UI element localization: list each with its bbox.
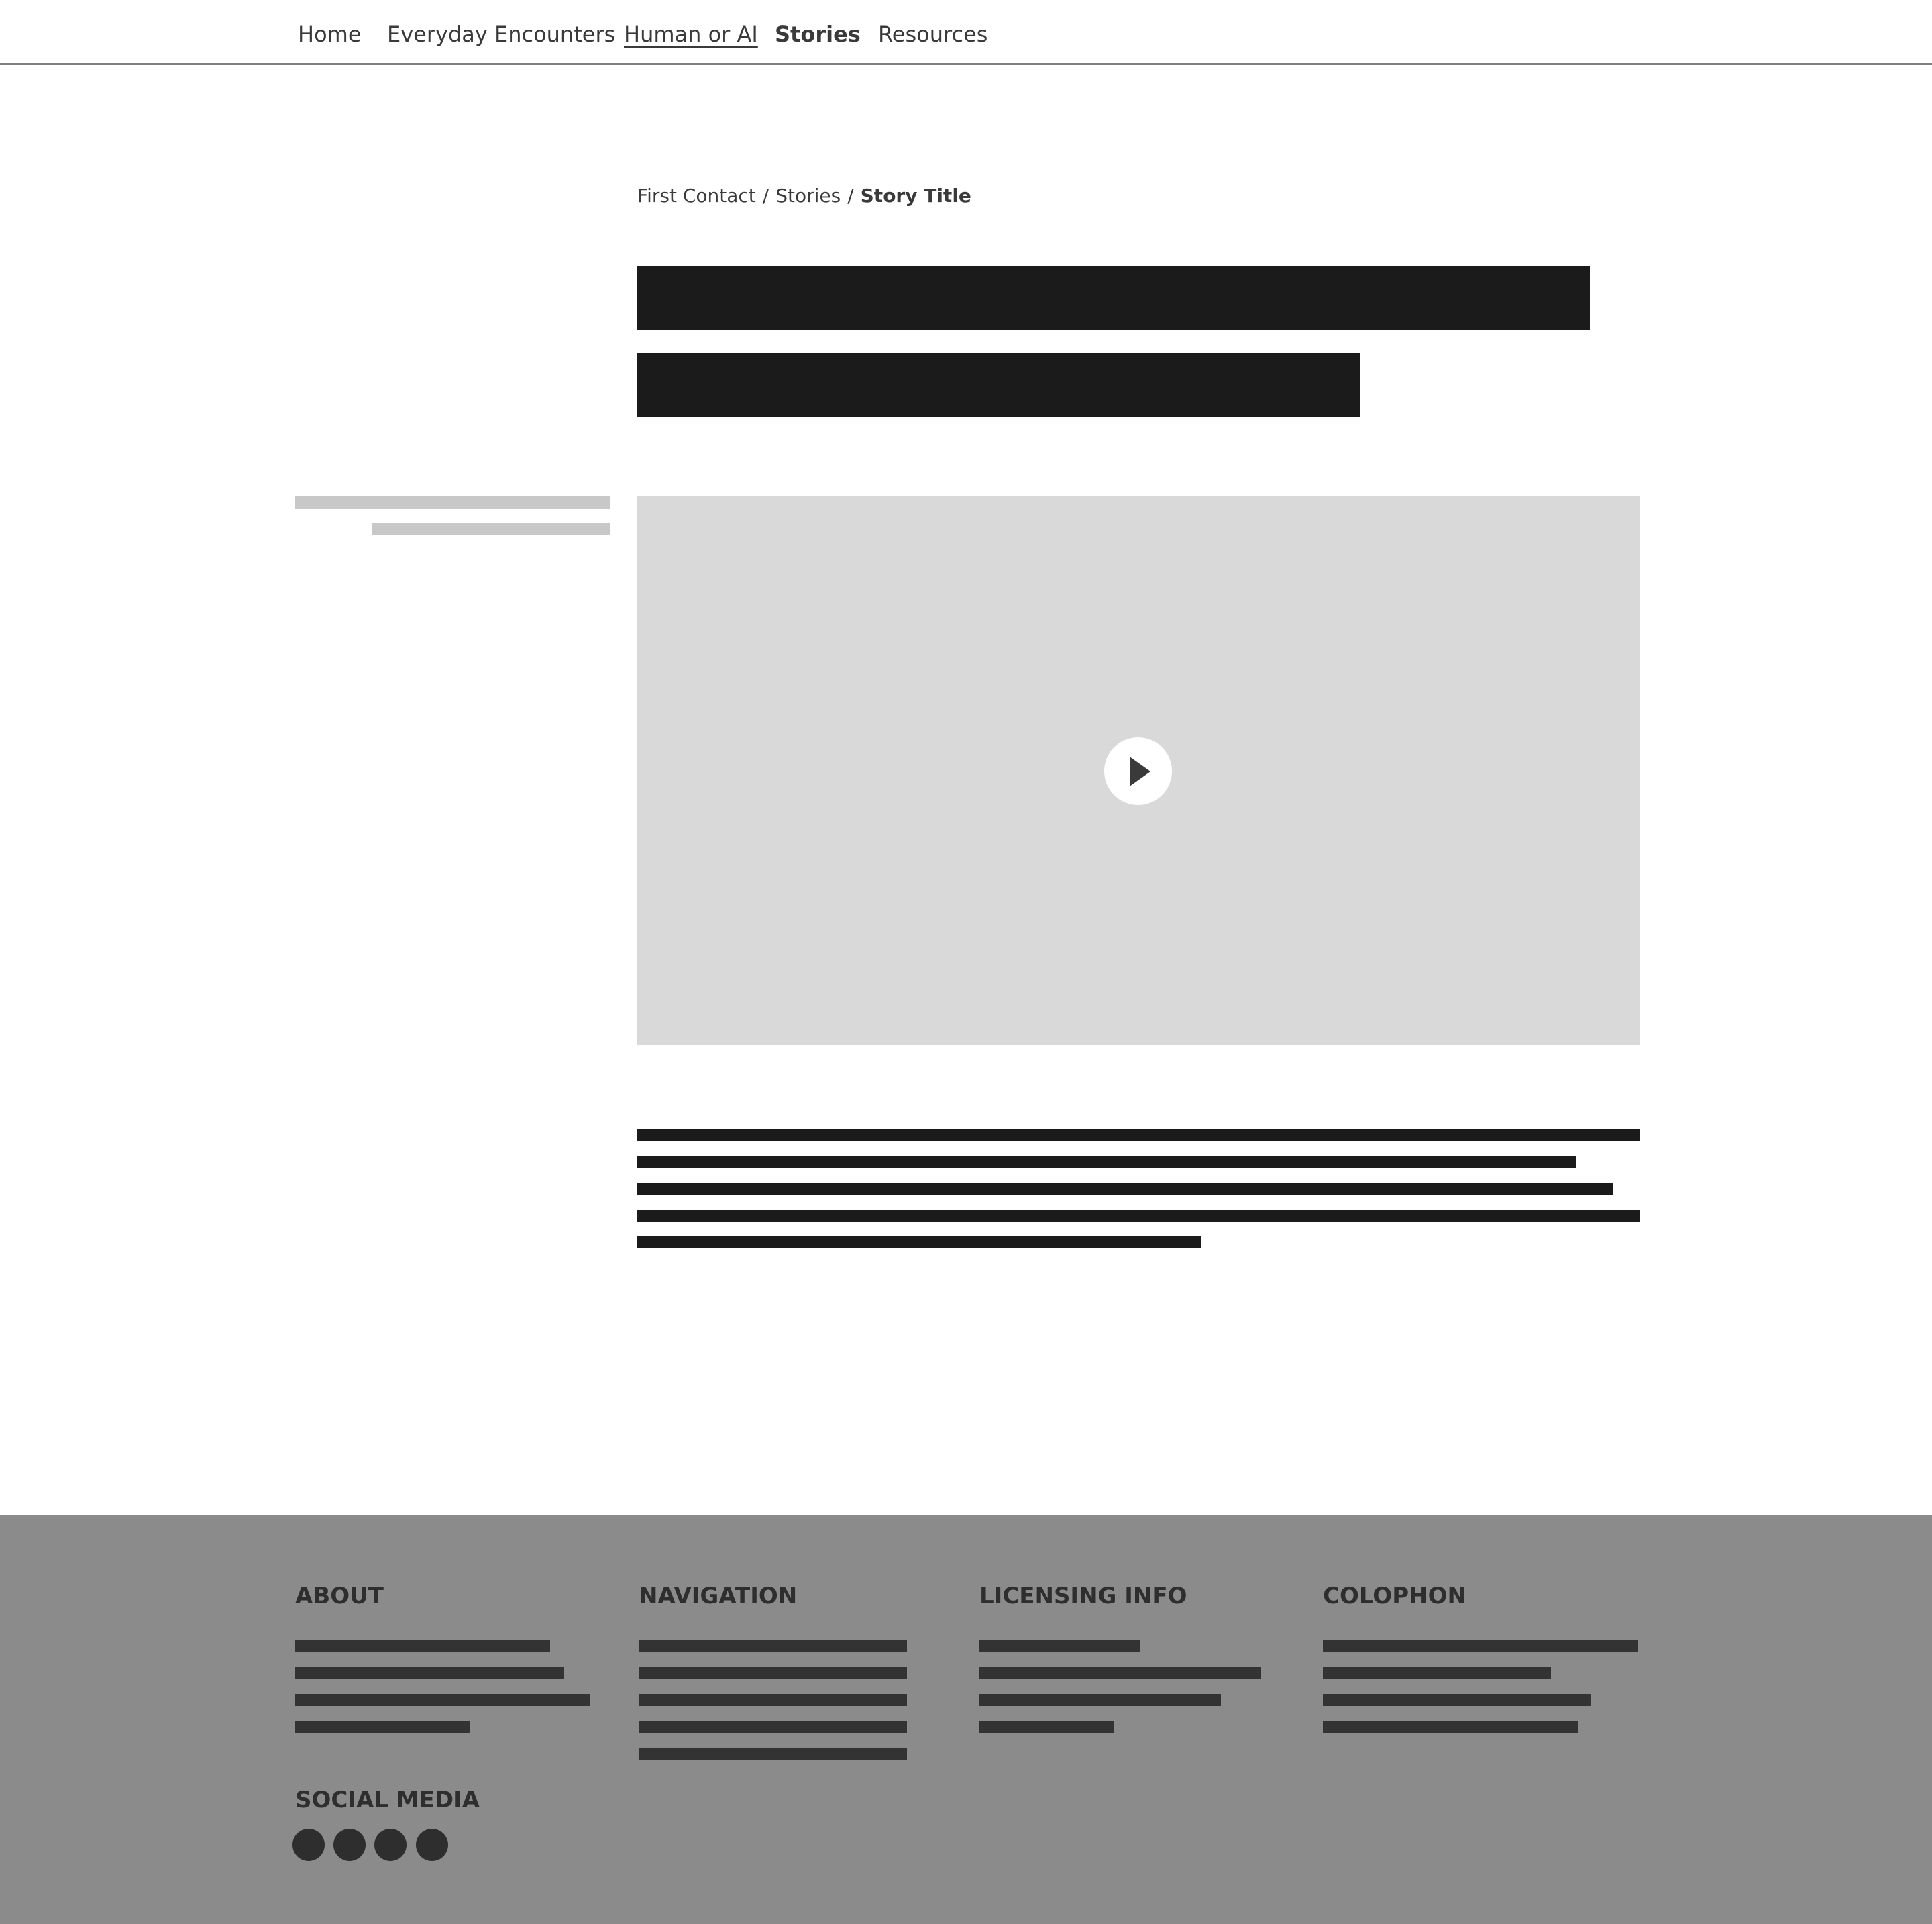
footer-licensing-placeholder-line xyxy=(979,1694,1221,1706)
social-icon[interactable] xyxy=(292,1829,325,1861)
footer-about-placeholder-line xyxy=(295,1640,550,1652)
social-icon[interactable] xyxy=(374,1829,407,1861)
social-icon[interactable] xyxy=(416,1829,448,1861)
footer: ABOUT NAVIGATION LICENSING INFO COLOPHON… xyxy=(0,1515,1932,1924)
social-icon[interactable] xyxy=(333,1829,366,1861)
nav-stories[interactable]: Stories xyxy=(775,19,861,49)
footer-colophon-placeholder-line xyxy=(1323,1694,1591,1706)
footer-navigation-link-placeholder[interactable] xyxy=(639,1640,907,1652)
nav-everyday-encounters[interactable]: Everyday Encounters xyxy=(387,19,615,49)
sidebar-meta-placeholder-line-2 xyxy=(372,523,610,535)
video-player[interactable] xyxy=(637,496,1640,1045)
breadcrumb: First Contact / Stories / Story Title xyxy=(637,182,971,209)
breadcrumb-separator: / xyxy=(762,184,769,207)
body-text-placeholder-line xyxy=(637,1183,1613,1195)
footer-licensing-placeholder-line xyxy=(979,1721,1114,1733)
nav-resources[interactable]: Resources xyxy=(878,19,987,49)
footer-navigation-link-placeholder[interactable] xyxy=(639,1694,907,1706)
breadcrumb-current: Story Title xyxy=(860,184,971,207)
footer-social-heading: SOCIAL MEDIA xyxy=(295,1786,480,1813)
footer-navigation-link-placeholder[interactable] xyxy=(639,1667,907,1679)
footer-about-placeholder-line xyxy=(295,1667,564,1679)
top-navigation: Home Everyday Encounters Human or AI Sto… xyxy=(0,0,1932,65)
footer-navigation-heading: NAVIGATION xyxy=(639,1583,798,1609)
footer-colophon-placeholder-line xyxy=(1323,1640,1638,1652)
sidebar-meta-placeholder-line-1 xyxy=(295,496,610,509)
footer-licensing-placeholder-line xyxy=(979,1667,1261,1679)
play-button[interactable] xyxy=(1104,737,1172,805)
breadcrumb-stories[interactable]: Stories xyxy=(775,184,841,207)
body-text-placeholder-line xyxy=(637,1210,1640,1222)
footer-about-placeholder-line xyxy=(295,1721,470,1733)
footer-colophon-heading: COLOPHON xyxy=(1323,1583,1466,1609)
footer-about-heading: ABOUT xyxy=(295,1583,384,1609)
footer-colophon-placeholder-line xyxy=(1323,1667,1551,1679)
footer-about-placeholder-line xyxy=(295,1694,590,1706)
play-icon xyxy=(1130,757,1150,786)
footer-licensing-placeholder-line xyxy=(979,1640,1140,1652)
footer-navigation-link-placeholder[interactable] xyxy=(639,1721,907,1733)
story-title-placeholder-line-1 xyxy=(637,266,1590,330)
footer-colophon-placeholder-line xyxy=(1323,1721,1578,1733)
footer-licensing-heading: LICENSING INFO xyxy=(979,1583,1187,1609)
breadcrumb-first-contact[interactable]: First Contact xyxy=(637,184,756,207)
footer-navigation-link-placeholder[interactable] xyxy=(639,1748,907,1760)
breadcrumb-separator: / xyxy=(847,184,854,207)
story-title-placeholder-line-2 xyxy=(637,353,1360,417)
body-text-placeholder-line xyxy=(637,1236,1201,1248)
nav-home[interactable]: Home xyxy=(298,19,362,49)
page: Home Everyday Encounters Human or AI Sto… xyxy=(0,0,1932,1924)
body-text-placeholder-line xyxy=(637,1156,1576,1168)
body-text-placeholder-line xyxy=(637,1129,1640,1141)
nav-human-or-ai[interactable]: Human or AI xyxy=(624,19,758,49)
